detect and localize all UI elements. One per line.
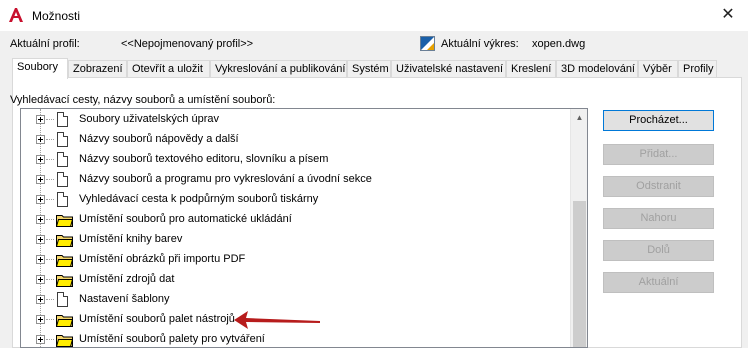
tab-vyber[interactable]: Výběr [638, 60, 678, 78]
tab-profily[interactable]: Profily [678, 60, 717, 78]
add-button[interactable]: Přidat... [603, 144, 714, 165]
drawing-label: Aktuální výkres: [441, 38, 519, 50]
tree-item-label: Umístění souborů palet nástrojů [79, 313, 235, 325]
browse-button[interactable]: Procházet... [603, 110, 714, 131]
tree-item[interactable]: Názvy souborů nápovědy a další [21, 130, 569, 150]
tree-item-label: Umístění souborů pro automatické ukládán… [79, 213, 292, 225]
document-icon [57, 112, 68, 127]
scroll-up-arrow-icon[interactable]: ▲ [571, 109, 587, 126]
drawing-value: xopen.dwg [532, 38, 586, 50]
tree-item[interactable]: Názvy souborů a programu pro vykreslován… [21, 170, 569, 190]
tree-item[interactable]: Umístění obrázků při importu PDF [21, 250, 569, 270]
tree-item-label: Názvy souborů nápovědy a další [79, 133, 239, 145]
tree-item-label: Soubory uživatelských úprav [79, 113, 220, 125]
tree-item[interactable]: Soubory uživatelských úprav [21, 110, 569, 130]
tree-item[interactable]: Názvy souborů textového editoru, slovník… [21, 150, 569, 170]
profile-label: Aktuální profil: [10, 38, 80, 50]
tree-item-label: Nastavení šablony [79, 293, 170, 305]
vertical-scrollbar[interactable]: ▲ [570, 109, 587, 347]
folder-icon [56, 275, 73, 287]
move-up-button[interactable]: Nahoru [603, 208, 714, 229]
tree-item[interactable]: Nastavení šablony [21, 290, 569, 310]
tab-vykreslovani-a-publikovani[interactable]: Vykreslování a publikování [210, 60, 347, 78]
folder-icon [56, 335, 73, 347]
tree-item-label: Umístění zdrojů dat [79, 273, 175, 285]
document-icon [57, 172, 68, 187]
tab-3d-modelovani[interactable]: 3D modelování [556, 60, 638, 78]
drawing-file-icon [420, 36, 435, 51]
profile-value: <<Nepojmenovaný profil>> [121, 38, 254, 50]
tree-item-label: Vyhledávací cesta k podpůrným souborů ti… [79, 193, 319, 205]
folder-icon [56, 215, 73, 227]
expand-icon[interactable] [36, 155, 45, 164]
close-button[interactable]: ✕ [716, 4, 740, 26]
remove-button[interactable]: Odstranit [603, 176, 714, 197]
document-icon [57, 152, 68, 167]
tab-system[interactable]: Systém [347, 60, 391, 78]
expand-icon[interactable] [36, 175, 45, 184]
tab-kresleni[interactable]: Kreslení [506, 60, 556, 78]
tree-item-label: Názvy souborů a programu pro vykreslován… [79, 173, 372, 185]
expand-icon[interactable] [36, 315, 45, 324]
tab-uzivatelske-nastaveni[interactable]: Uživatelské nastavení [391, 60, 506, 78]
expand-icon[interactable] [36, 215, 45, 224]
tree-item[interactable]: Umístění souborů pro automatické ukládán… [21, 210, 569, 230]
search-paths-label: Vyhledávací cesty, názvy souborů a umíst… [10, 94, 276, 106]
set-current-button[interactable]: Aktuální [603, 272, 714, 293]
tab-zobrazeni[interactable]: Zobrazení [68, 60, 127, 78]
tree-item-label: Umístění knihy barev [79, 233, 183, 245]
tree-item[interactable]: Umístění souborů palety pro vytváření [21, 330, 569, 347]
tab-soubory[interactable]: Soubory [12, 58, 68, 79]
document-icon [57, 292, 68, 307]
folder-icon [56, 235, 73, 247]
tree-item[interactable]: Vyhledávací cesta k podpůrným souborů ti… [21, 190, 569, 210]
expand-icon[interactable] [36, 115, 45, 124]
title-bar: Možnosti ✕ [0, 0, 748, 32]
scroll-thumb[interactable] [573, 201, 586, 347]
autocad-a-icon [9, 8, 23, 22]
expand-icon[interactable] [36, 195, 45, 204]
expand-icon[interactable] [36, 255, 45, 264]
window-title: Možnosti [32, 9, 81, 23]
expand-icon[interactable] [36, 275, 45, 284]
move-down-button[interactable]: Dolů [603, 240, 714, 261]
tab-strip: Soubory Zobrazení Otevřít a uložit Vykre… [12, 58, 742, 79]
tree-item-label: Umístění souborů palety pro vytváření [79, 333, 265, 345]
document-icon [57, 132, 68, 147]
document-icon [57, 192, 68, 207]
expand-icon[interactable] [36, 235, 45, 244]
tree-item-label: Názvy souborů textového editoru, slovník… [79, 153, 329, 165]
folder-icon [56, 255, 73, 267]
tab-otevrit-a-ulozit[interactable]: Otevřít a uložit [127, 60, 210, 78]
expand-icon[interactable] [36, 135, 45, 144]
annotation-arrow-icon [234, 311, 320, 329]
folder-icon [56, 315, 73, 327]
tree-item-label: Umístění obrázků při importu PDF [79, 253, 246, 265]
expand-icon[interactable] [36, 295, 45, 304]
expand-icon[interactable] [36, 335, 45, 344]
tree-item[interactable]: Umístění zdrojů dat [21, 270, 569, 290]
tree-item[interactable]: Umístění knihy barev [21, 230, 569, 250]
